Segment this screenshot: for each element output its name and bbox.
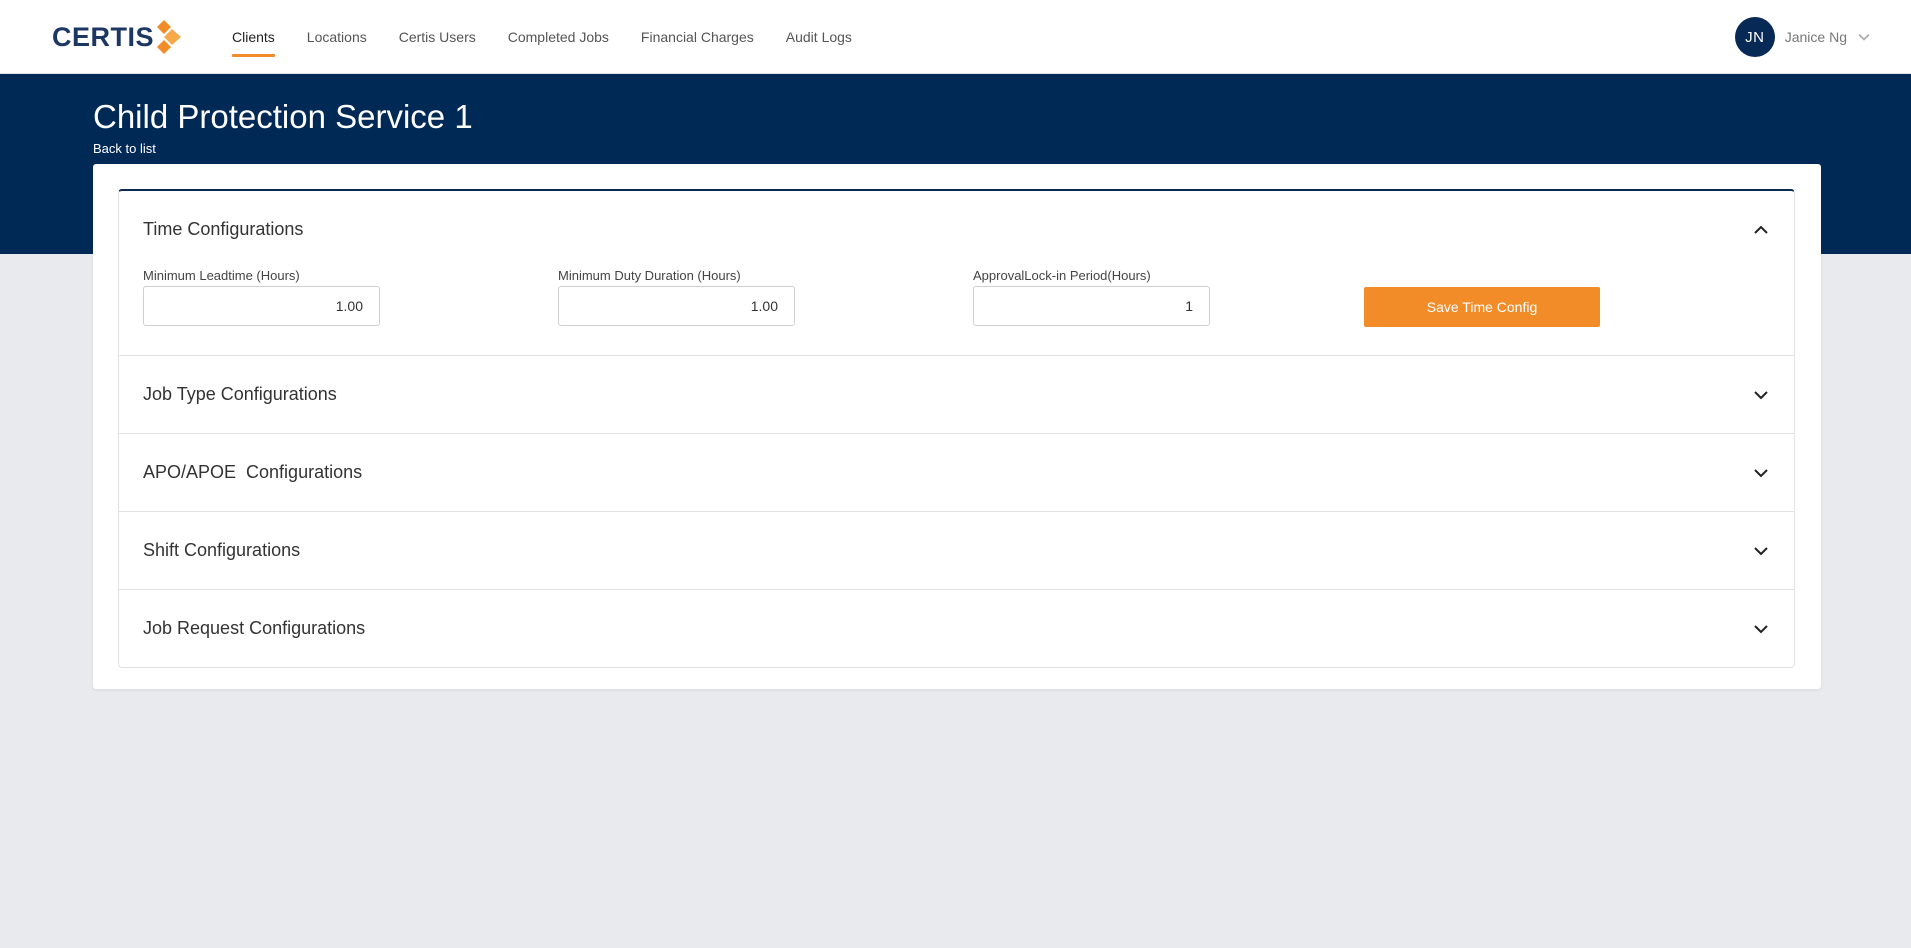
min-leadtime-input[interactable] [143, 286, 380, 326]
certis-logo[interactable]: CERTIS [52, 20, 183, 54]
avatar: JN [1734, 17, 1775, 57]
config-accordion: Time Configurations Minimum Leadtime (Ho… [118, 189, 1795, 668]
min-duty-field: Minimum Duty Duration (Hours) [558, 268, 795, 326]
time-config-title: Time Configurations [143, 219, 304, 239]
nav-locations[interactable]: Locations [298, 0, 376, 74]
shift-config-header[interactable]: Shift Configurations [119, 512, 1794, 589]
approval-lock-field: ApprovalLock-in Period(Hours) [973, 268, 1210, 326]
chevron-down-icon [1754, 624, 1768, 633]
approval-lock-label: ApprovalLock-in Period(Hours) [973, 268, 1151, 283]
min-duty-input[interactable] [558, 286, 795, 326]
job-request-config-title: Job Request Configurations [143, 618, 366, 638]
min-duty-label: Minimum Duty Duration (Hours) [558, 268, 741, 283]
apo-config-section: APO/APOE Configurations [119, 434, 1794, 512]
save-time-config-button[interactable]: Save Time Config [1364, 287, 1600, 327]
chevron-down-icon [1754, 546, 1768, 555]
user-name: Janice Ng [1784, 29, 1847, 45]
nav-clients[interactable]: Clients [223, 0, 284, 74]
logo-text: CERTIS [52, 21, 155, 52]
nav-certis-users[interactable]: Certis Users [390, 0, 485, 74]
nav-completed-jobs[interactable]: Completed Jobs [499, 0, 618, 74]
back-to-list-link[interactable]: Back to list [93, 141, 156, 156]
time-config-body: Minimum Leadtime (Hours) Minimum Duty Du… [119, 268, 1794, 355]
apo-config-header[interactable]: APO/APOE Configurations [119, 434, 1794, 511]
approval-lock-input[interactable] [973, 286, 1210, 326]
job-request-config-section: Job Request Configurations [119, 590, 1794, 667]
nav-audit-logs[interactable]: Audit Logs [777, 0, 861, 74]
top-nav: CERTIS Clients Locations Certis Users Co… [0, 0, 1911, 74]
job-type-config-section: Job Type Configurations [119, 356, 1794, 434]
job-type-config-header[interactable]: Job Type Configurations [119, 356, 1794, 433]
main-nav: Clients Locations Certis Users Completed… [223, 0, 875, 74]
logo-mark-icon [157, 20, 182, 54]
time-config-header[interactable]: Time Configurations [119, 191, 1794, 268]
nav-financial-charges[interactable]: Financial Charges [632, 0, 763, 74]
chevron-down-icon [1754, 468, 1768, 477]
page-title: Child Protection Service 1 [93, 98, 473, 135]
min-leadtime-field: Minimum Leadtime (Hours) [143, 268, 380, 326]
chevron-down-icon [1858, 33, 1870, 41]
user-menu[interactable]: JN Janice Ng [1734, 17, 1871, 57]
job-request-config-header[interactable]: Job Request Configurations [119, 590, 1794, 667]
chevron-down-icon [1754, 390, 1768, 399]
job-type-config-title: Job Type Configurations [143, 384, 337, 404]
time-config-section: Time Configurations Minimum Leadtime (Ho… [119, 191, 1794, 356]
shift-config-title: Shift Configurations [143, 540, 301, 560]
shift-config-section: Shift Configurations [119, 512, 1794, 590]
apo-config-title: APO/APOE Configurations [143, 462, 363, 482]
min-leadtime-label: Minimum Leadtime (Hours) [143, 268, 300, 283]
config-card: Time Configurations Minimum Leadtime (Ho… [93, 164, 1821, 689]
chevron-up-icon [1754, 225, 1768, 234]
